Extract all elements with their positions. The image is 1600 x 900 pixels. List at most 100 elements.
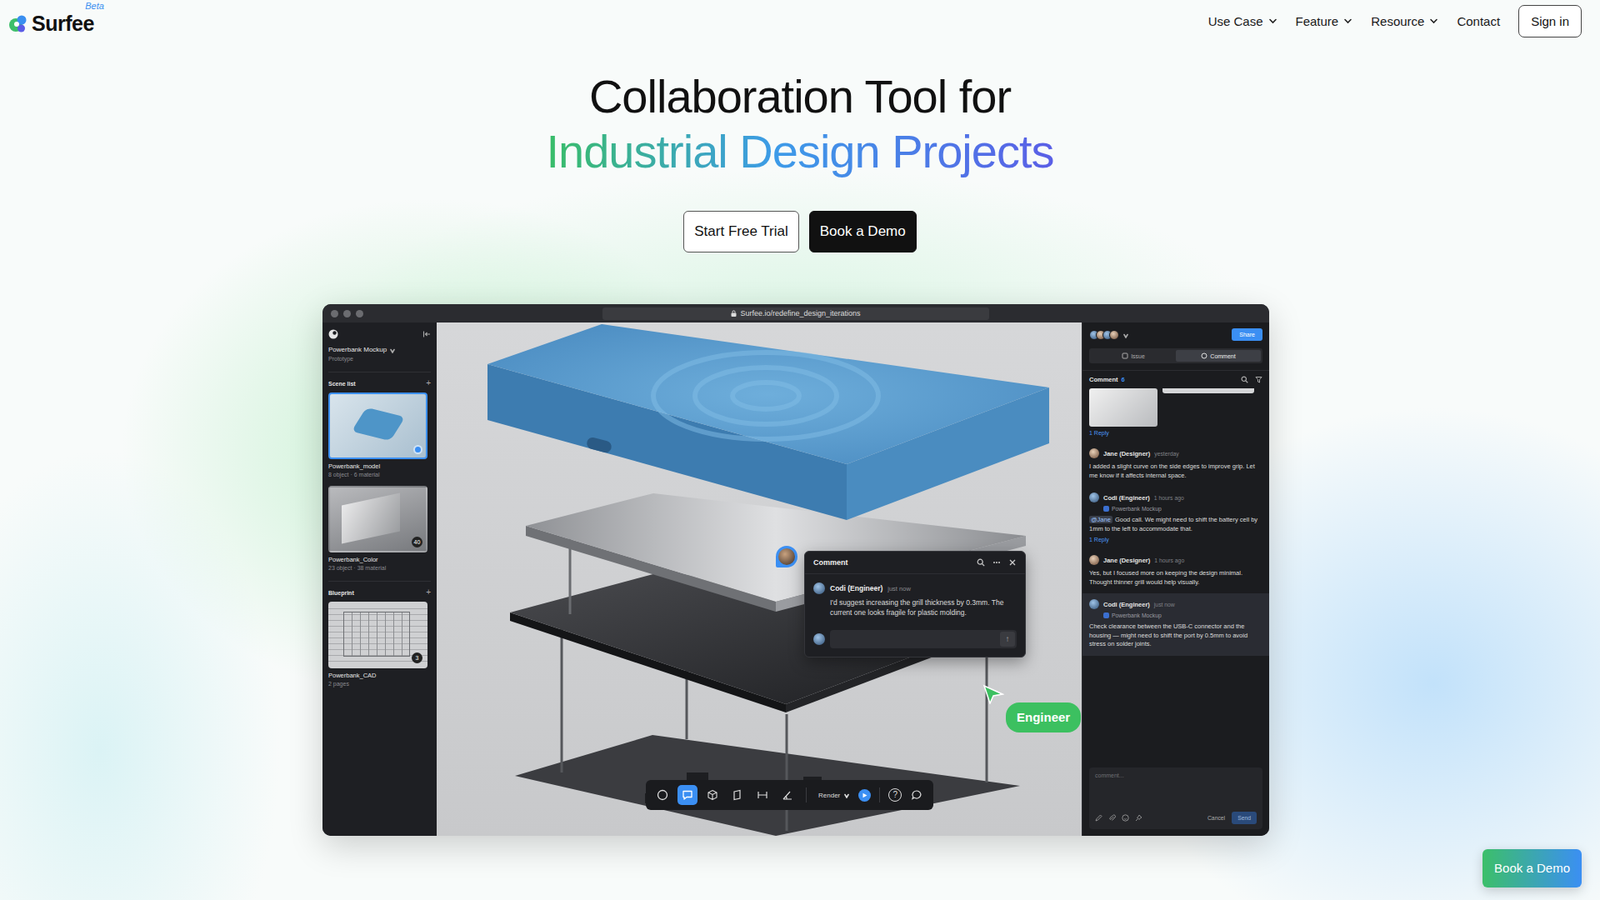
comments-header: Comment6 <box>1082 370 1270 389</box>
more-icon[interactable] <box>992 558 1001 567</box>
comment-icon[interactable] <box>681 789 694 801</box>
button-label[interactable]: Start Free Trial <box>694 223 788 240</box>
comment-text: I'd suggest increasing the grill thickne… <box>830 598 1017 619</box>
help-button[interactable]: ? <box>888 788 902 802</box>
tab-label[interactable]: Comment <box>1210 353 1235 360</box>
nav-link-label[interactable]: Contact <box>1456 14 1500 29</box>
comment-pin[interactable] <box>775 545 798 568</box>
collapse-sidebar-icon[interactable] <box>422 330 431 339</box>
sign-in-button[interactable]: Sign in <box>1518 5 1582 38</box>
cancel-button[interactable]: Cancel <box>1207 815 1225 821</box>
logo[interactable]: SurfeeBeta <box>8 6 95 35</box>
button-label[interactable]: Book a Demo <box>820 223 906 240</box>
app-logo-icon[interactable] <box>328 329 339 340</box>
replies-link[interactable]: 1 Reply <box>1089 536 1263 543</box>
3d-canvas[interactable]: CommentCodi (Engineer)just nowI'd sugges… <box>436 322 1082 836</box>
render-label[interactable]: Render <box>818 791 840 800</box>
tool-button[interactable] <box>777 785 798 805</box>
comment-item[interactable]: Codi (Engineer)just nowPowerbank MockupC… <box>1082 593 1270 656</box>
scene-card[interactable]: 3Powerbank_CAD2 pages <box>328 601 431 687</box>
add-button[interactable]: + <box>425 588 431 597</box>
chevron-down-icon <box>1122 331 1130 339</box>
replies-link[interactable]: 1 Reply <box>1089 430 1263 436</box>
scene-card[interactable]: 40Powerbank_Color23 object · 38 material <box>328 485 431 571</box>
cube-icon[interactable] <box>706 789 719 801</box>
send-button[interactable]: ↑ <box>1000 631 1015 647</box>
search-icon[interactable] <box>1240 375 1249 384</box>
pen-icon[interactable] <box>1095 814 1103 822</box>
blueprint-preview <box>343 611 410 657</box>
pin-icon[interactable] <box>1135 814 1143 822</box>
comment-author: Codi (Engineer) <box>1103 600 1150 609</box>
comment-item[interactable]: Codi (Engineer)1 hours agoPowerbank Mock… <box>1082 486 1270 550</box>
nav-link[interactable]: Use Case <box>1208 14 1278 29</box>
nav-link-label[interactable]: Feature <box>1295 14 1340 29</box>
reply-field[interactable]: ↑ <box>830 630 1017 649</box>
free-trial-button[interactable]: Start Free Trial <box>683 210 799 253</box>
filter-icon[interactable] <box>1255 375 1263 384</box>
surfee-logo-icon[interactable] <box>8 13 29 34</box>
tool-button[interactable] <box>702 785 723 805</box>
search-icon[interactable] <box>976 558 985 567</box>
section-title: Blueprint <box>328 590 355 596</box>
scene-name[interactable]: Powerbank_Color <box>328 555 431 564</box>
hero-title-text: Collaboration Tool for <box>589 70 1011 123</box>
nav-link[interactable]: Feature <box>1295 14 1354 29</box>
floating-demo-button[interactable]: Book a Demo <box>1482 849 1582 888</box>
comment-item[interactable]: Jane (Designer)1 hours agoYes, but I foc… <box>1082 549 1270 594</box>
chat-button[interactable] <box>906 785 927 805</box>
window-dot[interactable] <box>330 310 339 318</box>
scene-name[interactable]: Powerbank_CAD <box>328 671 431 680</box>
nav-link[interactable]: Resource <box>1370 14 1439 29</box>
project-name[interactable]: Powerbank Mockup <box>328 345 387 354</box>
add-button[interactable]: + <box>425 379 431 388</box>
tool-button[interactable] <box>752 785 773 805</box>
share-button[interactable]: Share <box>1231 328 1263 341</box>
url-text[interactable]: Surfee.io/redefine_design_iterations <box>740 309 860 318</box>
attach-icon[interactable] <box>1108 814 1116 822</box>
window-dot[interactable] <box>355 310 364 318</box>
tool-button[interactable] <box>652 785 673 805</box>
scene-name[interactable]: Powerbank_model <box>328 462 431 470</box>
close-icon[interactable] <box>1008 558 1017 567</box>
tab-label[interactable]: Issue <box>1130 353 1145 360</box>
book-demo-button[interactable]: Book a Demo <box>809 210 917 253</box>
collaborators[interactable] <box>1089 330 1116 340</box>
plane-icon[interactable] <box>731 789 744 801</box>
scene-card[interactable]: Powerbank_model8 object · 6 material <box>328 392 431 478</box>
top-nav: SurfeeBeta Use Case Feature Resource Contact… <box>0 0 1600 42</box>
play-button[interactable] <box>858 789 871 802</box>
attachment-thumbnail[interactable] <box>1089 388 1158 427</box>
nav-link-label[interactable]: Use Case <box>1208 14 1264 29</box>
comment-input[interactable] <box>1095 772 1257 779</box>
section-header: Scene list+ <box>328 379 431 388</box>
nav-link-label[interactable]: Resource <box>1370 14 1425 29</box>
orbit-icon[interactable] <box>656 789 669 801</box>
cursor-label: Engineer <box>1005 702 1081 733</box>
panel-tab[interactable]: Issue <box>1090 350 1176 362</box>
play-icon[interactable] <box>861 792 868 799</box>
emoji-icon[interactable] <box>1121 814 1130 822</box>
comment-item[interactable]: 1 Reply <box>1082 388 1270 443</box>
comment-item[interactable]: Jane (Designer)yesterdayI added a slight… <box>1082 442 1270 487</box>
angle-icon[interactable] <box>781 789 794 801</box>
measure-icon[interactable] <box>756 789 769 801</box>
mention[interactable]: @Jane <box>1089 515 1113 524</box>
render-dropdown[interactable]: Render <box>815 791 854 800</box>
comments-title: Comment6 <box>1089 375 1125 384</box>
scene-thumbnail[interactable]: 40 <box>328 485 428 553</box>
panel-tab[interactable]: Comment <box>1175 350 1261 362</box>
scene-thumbnail[interactable]: 3 <box>328 601 428 669</box>
send-button[interactable]: Send <box>1231 811 1257 825</box>
tool-button[interactable] <box>727 785 748 805</box>
project-selector[interactable]: Powerbank Mockup <box>328 345 431 354</box>
window-dot[interactable] <box>343 310 351 318</box>
tool-button[interactable] <box>677 785 698 805</box>
address-bar[interactable]: Surfee.io/redefine_design_iterations <box>602 307 990 320</box>
nav-link[interactable]: Contact <box>1456 14 1500 29</box>
attachment-thumbnail[interactable] <box>1162 388 1255 394</box>
chat-icon[interactable] <box>910 789 923 801</box>
collaborator-menu[interactable] <box>1089 330 1130 340</box>
comments-title-text: Comment <box>1089 375 1119 384</box>
scene-thumbnail[interactable] <box>328 392 428 460</box>
